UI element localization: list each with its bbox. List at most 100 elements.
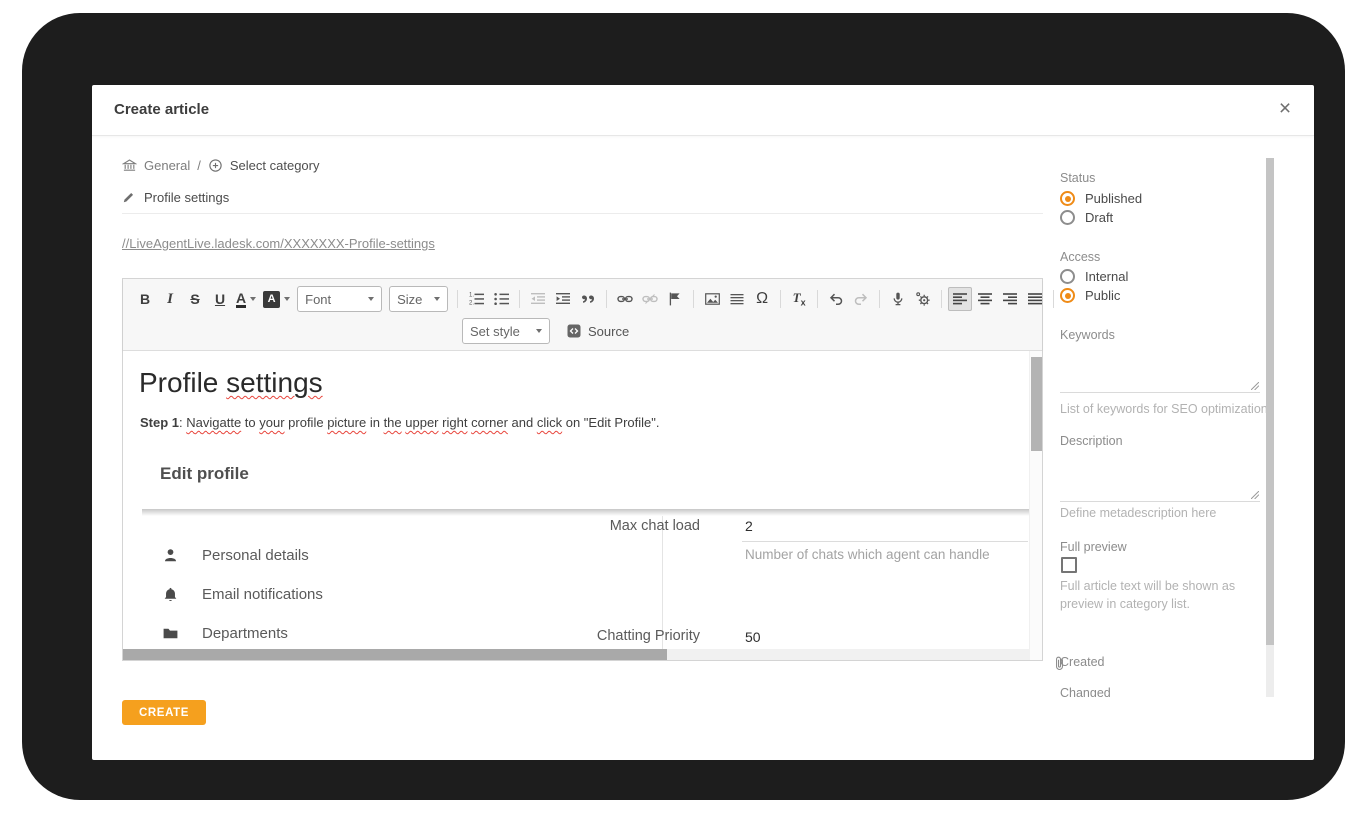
field-value-max-chat-load: 2 [745, 518, 753, 534]
chevron-down-icon [368, 297, 374, 301]
toolbar-separator [693, 290, 694, 308]
resize-handle-icon[interactable] [1251, 382, 1259, 390]
close-icon[interactable]: × [1270, 85, 1300, 135]
align-left-button[interactable] [948, 287, 972, 311]
font-select-label: Font [305, 292, 331, 307]
align-center-button[interactable] [973, 287, 997, 311]
toolbar-separator [780, 290, 781, 308]
unlink-button[interactable] [638, 287, 662, 311]
editor-horizontal-scrollbar-thumb[interactable] [123, 649, 667, 660]
editor-vertical-scrollbar[interactable] [1029, 351, 1042, 660]
horizontal-lines-icon [729, 291, 745, 307]
resize-handle-icon[interactable] [1251, 491, 1259, 499]
radio-published[interactable] [1060, 191, 1075, 206]
article-url-link[interactable]: //LiveAgentLive.ladesk.com/XXXXXXX-Profi… [122, 236, 435, 251]
bold-button[interactable]: B [133, 287, 157, 311]
flagged-word: upper [405, 415, 438, 430]
toolbar-separator [1053, 290, 1054, 308]
description-helper: Define metadescription here [1060, 504, 1266, 522]
editor-toolbar: B I S U A A Font Size 1.2. [123, 279, 1042, 351]
full-preview-label: Full preview [1060, 540, 1127, 554]
create-button[interactable]: CREATE [122, 700, 206, 725]
created-label: Created [1060, 655, 1104, 669]
microphone-button[interactable] [886, 287, 910, 311]
italic-glyph: I [167, 292, 173, 307]
set-style-select[interactable]: Set style [462, 318, 550, 344]
keywords-textarea[interactable] [1060, 347, 1260, 393]
toolbar-separator [817, 290, 818, 308]
horizontal-lines-button[interactable] [725, 287, 749, 311]
article-title-row: Profile settings [122, 189, 229, 205]
flag-icon [667, 291, 683, 307]
size-select[interactable]: Size [389, 286, 448, 312]
italic-button[interactable]: I [158, 287, 182, 311]
radio-draft[interactable] [1060, 210, 1075, 225]
full-preview-helper: Full article text will be shown as previ… [1060, 577, 1266, 613]
rich-text-editor: B I S U A A Font Size 1.2. [122, 278, 1043, 661]
outdent-button[interactable] [526, 287, 550, 311]
text-segment: in [366, 415, 383, 430]
text-color-button[interactable]: A [233, 287, 259, 311]
blockquote-button[interactable] [576, 287, 600, 311]
spellcheck-gear-icon [915, 291, 931, 307]
anchor-flag-button[interactable] [663, 287, 687, 311]
underline-button[interactable]: U [208, 287, 232, 311]
access-option-public[interactable]: Public [1060, 288, 1120, 303]
toolbar-separator [519, 290, 520, 308]
changed-label: Changed [1060, 686, 1111, 697]
bank-icon [122, 158, 137, 173]
description-textarea[interactable] [1060, 453, 1260, 502]
article-title-input[interactable]: Profile settings [144, 190, 229, 205]
breadcrumb-select-category[interactable]: Select category [230, 158, 320, 173]
svg-text:2.: 2. [469, 300, 474, 306]
text-segment: profile [285, 415, 328, 430]
sidebar-scrollbar-thumb[interactable] [1266, 158, 1274, 645]
access-option-internal[interactable]: Internal [1060, 269, 1128, 284]
embedded-screenshot-heading: Edit profile [160, 464, 249, 484]
radio-public[interactable] [1060, 288, 1075, 303]
spellcheck-button[interactable] [911, 287, 935, 311]
bold-glyph: B [140, 292, 150, 306]
radio-label: Internal [1085, 269, 1128, 284]
editor-horizontal-scrollbar[interactable] [123, 649, 1030, 660]
size-select-label: Size [397, 292, 422, 307]
nav-item-personal-details: Personal details [162, 547, 309, 564]
indent-button[interactable] [551, 287, 575, 311]
editor-vertical-scrollbar-thumb[interactable] [1031, 357, 1042, 451]
access-label: Access [1060, 250, 1100, 264]
radio-internal[interactable] [1060, 269, 1075, 284]
image-button[interactable] [700, 287, 724, 311]
editor-content[interactable]: Profile settings Step 1: Navigatte to yo… [123, 351, 1042, 660]
link-icon [617, 291, 633, 307]
field-underline [742, 541, 1028, 542]
undo-button[interactable] [824, 287, 848, 311]
special-character-button[interactable]: Ω [750, 287, 774, 311]
outdent-icon [530, 291, 546, 307]
sidebar-scrollbar[interactable] [1266, 158, 1274, 697]
background-color-button[interactable]: A [260, 287, 293, 311]
source-button[interactable]: Source [566, 323, 629, 339]
microphone-icon [890, 291, 906, 307]
title-divider [122, 213, 1043, 214]
toolbar-separator [606, 290, 607, 308]
numbered-list-button[interactable]: 1.2. [464, 287, 488, 311]
justify-button[interactable] [1023, 287, 1047, 311]
redo-button[interactable] [849, 287, 873, 311]
embedded-screenshot: Personal details Email notifications Dep… [142, 509, 1032, 649]
font-select[interactable]: Font [297, 286, 382, 312]
status-option-published[interactable]: Published [1060, 191, 1142, 206]
align-right-button[interactable] [998, 287, 1022, 311]
status-option-draft[interactable]: Draft [1060, 210, 1113, 225]
dialog-title: Create article [114, 85, 209, 135]
remove-format-button[interactable]: Tx [787, 287, 811, 311]
align-right-icon [1002, 291, 1019, 307]
link-button[interactable] [613, 287, 637, 311]
document-heading: Profile settings [139, 367, 323, 399]
bulleted-list-icon [493, 291, 510, 307]
breadcrumb-category[interactable]: General [144, 158, 190, 173]
bulleted-list-button[interactable] [489, 287, 513, 311]
plus-circle-icon [208, 158, 223, 173]
full-preview-checkbox[interactable] [1061, 557, 1077, 573]
strikethrough-button[interactable]: S [183, 287, 207, 311]
radio-label: Public [1085, 288, 1120, 303]
